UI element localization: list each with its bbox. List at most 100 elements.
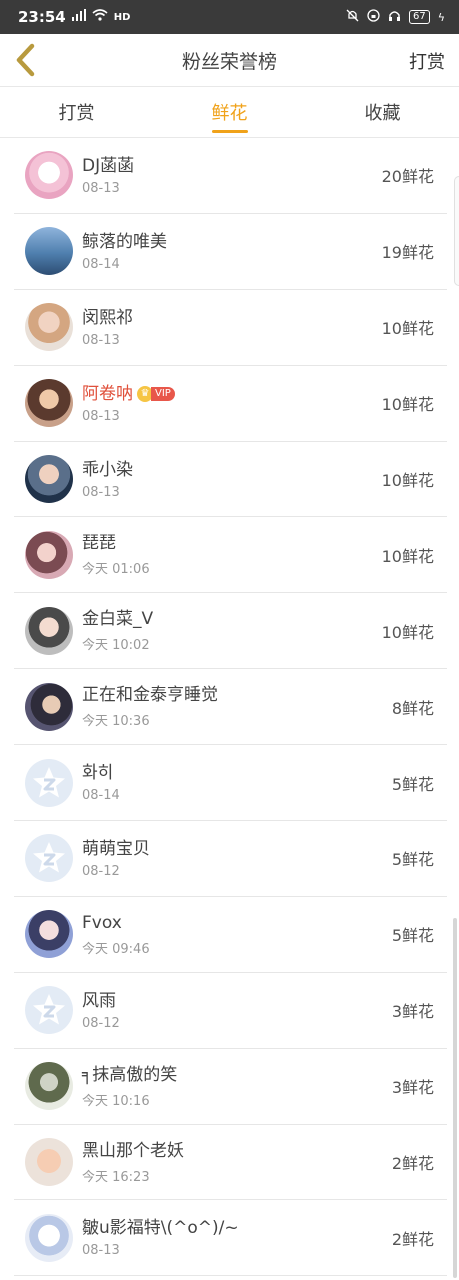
tab-tip[interactable]: 打赏 xyxy=(0,87,153,137)
name-line: 黑山那个老妖 xyxy=(82,1140,392,1162)
fan-info: Fvox 今天 09:46 xyxy=(82,912,392,957)
name-line: 鲸落的唯美 xyxy=(82,231,382,253)
fan-date: 今天 01:06 xyxy=(82,562,150,578)
fan-row[interactable]: 皺u影福特\(^o^)/~ 08-13 2鲜花 xyxy=(14,1200,447,1277)
back-button[interactable] xyxy=(10,42,40,78)
nav-bar: 粉丝荣誉榜 打赏 xyxy=(0,34,459,86)
fan-info: 黑山那个老妖 今天 16:23 xyxy=(82,1140,392,1185)
flower-count: 10鲜花 xyxy=(381,395,434,415)
fan-date: 08-14 xyxy=(82,788,120,804)
fan-row[interactable]: 萌萌宝贝 08-12 5鲜花 xyxy=(14,821,447,897)
fan-name: 闵熙祁 xyxy=(82,307,133,328)
avatar[interactable] xyxy=(25,1213,73,1262)
name-line: 琵琵 xyxy=(82,532,382,554)
avatar[interactable] xyxy=(25,303,73,352)
fan-row[interactable]: ╕抹高傲的笑 今天 10:16 3鲜花 xyxy=(14,1049,447,1125)
fan-row[interactable]: 闵熙祁 08-13 10鲜花 xyxy=(14,290,447,366)
fan-row[interactable]: 乖小染 08-13 10鲜花 xyxy=(14,442,447,518)
avatar[interactable] xyxy=(25,986,73,1035)
name-line: 萌萌宝贝 xyxy=(82,838,392,860)
signal-icon xyxy=(71,9,86,25)
headphone-icon xyxy=(388,9,401,25)
vip-badge: ♛ VIP xyxy=(137,385,175,402)
fan-name: DJ菡菡 xyxy=(82,155,135,176)
fan-name: 萌萌宝贝 xyxy=(82,838,150,859)
status-time: 23:54 xyxy=(18,8,66,26)
fan-name: 阿卷呐 xyxy=(82,383,133,404)
status-left: 23:54 HD xyxy=(18,8,346,26)
fan-date: 今天 09:46 xyxy=(82,941,150,957)
fan-row[interactable]: 正在和金泰亨睡觉今天 10:36 8鲜花 xyxy=(14,669,447,746)
flower-count: 10鲜花 xyxy=(381,546,434,566)
name-line: 阿卷呐 ♛ VIP xyxy=(82,383,382,405)
fan-name: 风雨 xyxy=(82,990,116,1011)
fan-row[interactable]: 金白菜_V 今天 10:02 10鲜花 xyxy=(14,593,447,670)
fan-row[interactable]: 琵琵今天 01:06 10鲜花 xyxy=(14,517,447,594)
fan-row[interactable]: 鲸落的唯美 08-14 19鲜花 xyxy=(14,214,447,290)
avatar[interactable] xyxy=(25,1062,73,1111)
flower-count: 19鲜花 xyxy=(381,243,434,263)
fan-info: 화히 08-14 xyxy=(82,762,392,803)
hd-badge: HD xyxy=(113,11,131,23)
fan-row[interactable]: DJ菡菡 08-13 20鲜花 xyxy=(14,138,447,214)
flower-count: 10鲜花 xyxy=(381,622,434,642)
avatar[interactable] xyxy=(25,606,73,655)
battery-indicator: 67 xyxy=(409,10,430,24)
fan-info: ╕抹高傲的笑 今天 10:16 xyxy=(82,1064,392,1109)
fan-info: 闵熙祁 08-13 xyxy=(82,307,382,348)
fan-date: 今天 10:16 xyxy=(82,1093,150,1109)
fan-date: 08-12 xyxy=(82,1015,120,1031)
fan-row[interactable]: 阿卷呐 ♛ VIP 08-13 10鲜花 xyxy=(14,366,447,442)
scrollbar[interactable] xyxy=(453,918,457,1278)
name-line: 金白菜_V xyxy=(82,608,382,630)
fan-row[interactable]: 화히 08-14 5鲜花 xyxy=(14,745,447,822)
fan-list: DJ菡菡 08-13 20鲜花 鲸落的唯美 08-14 19鲜花 闵熙祁 08-13 10鲜花阿… xyxy=(14,138,447,1277)
avatar[interactable] xyxy=(25,379,73,428)
status-icons: 67 ϟ xyxy=(346,9,445,25)
fan-name: 皺u影福特\(^o^)/~ xyxy=(82,1218,239,1239)
avatar[interactable] xyxy=(25,834,73,883)
name-line: 正在和金泰亨睡觉 xyxy=(82,684,392,706)
fan-name: 正在和金泰亨睡觉 xyxy=(82,685,218,706)
fan-date: 08-13 xyxy=(82,484,120,500)
fan-date: 08-14 xyxy=(82,256,120,272)
fan-row[interactable]: Fvox 今天 09:46 5鲜花 xyxy=(14,897,447,973)
fan-name: 琵琵 xyxy=(82,533,116,554)
flower-count: 5鲜花 xyxy=(391,926,434,946)
flower-count: 3鲜花 xyxy=(391,1078,434,1098)
avatar[interactable] xyxy=(25,910,73,959)
flower-count: 2鲜花 xyxy=(391,1229,434,1249)
flower-count: 20鲜花 xyxy=(381,167,434,187)
fan-name: 화히 xyxy=(82,763,114,784)
fan-row[interactable]: 黑山那个老妖 今天 16:23 2鲜花 xyxy=(14,1125,447,1201)
avatar[interactable] xyxy=(25,455,73,503)
avatar[interactable] xyxy=(25,758,73,807)
lock-rotation-icon xyxy=(367,9,380,25)
name-line: 乖小染 xyxy=(82,459,382,481)
default-star-icon xyxy=(33,842,65,873)
avatar[interactable] xyxy=(25,530,73,579)
flower-count: 10鲜花 xyxy=(381,319,434,339)
fan-info: 金白菜_V 今天 10:02 xyxy=(82,608,382,653)
avatar[interactable] xyxy=(25,682,73,731)
flower-count: 8鲜花 xyxy=(391,698,434,718)
avatar[interactable] xyxy=(25,227,73,276)
charging-icon: ϟ xyxy=(437,10,445,24)
default-star-icon xyxy=(33,994,65,1025)
fan-name: Fvox xyxy=(82,912,122,933)
fan-date: 今天 10:36 xyxy=(82,714,150,730)
side-drawer-handle[interactable] xyxy=(454,176,459,286)
fan-info: DJ菡菡 08-13 xyxy=(82,155,382,196)
fan-info: 乖小染 08-13 xyxy=(82,459,382,500)
status-bar: 23:54 HD 67 ϟ xyxy=(0,0,459,34)
tip-button[interactable]: 打赏 xyxy=(409,48,445,74)
fan-name: 鲸落的唯美 xyxy=(82,231,167,252)
tab-favorites[interactable]: 收藏 xyxy=(306,87,459,137)
mute-bell-icon xyxy=(346,9,359,25)
avatar[interactable] xyxy=(25,151,73,200)
fan-row[interactable]: 风雨 08-12 3鲜花 xyxy=(14,973,447,1049)
avatar[interactable] xyxy=(25,1138,73,1187)
fan-name: 金白菜_V xyxy=(82,609,154,630)
tab-flowers[interactable]: 鲜花 xyxy=(153,87,306,137)
fan-date: 08-13 xyxy=(82,408,120,424)
